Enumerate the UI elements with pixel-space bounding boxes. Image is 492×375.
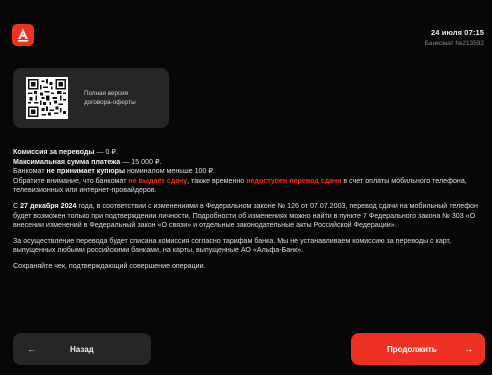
info-text-block: Комиссия за переводы — 0 ₽. Максимальная…	[13, 148, 485, 272]
receipt-notice: Сохраняйте чек, подтверждающий совершени…	[13, 261, 206, 270]
contract-offer-line1: Полная версия	[84, 90, 129, 97]
law-notice: С 27 декабря 2024 года, в соответствии с…	[13, 202, 485, 231]
law-date: 27 декабря 2024	[20, 201, 77, 210]
qr-code-icon	[26, 77, 68, 119]
commission-label: Комиссия за переводы	[13, 148, 95, 156]
law-post: года, в соответствии с изменениями в Фед…	[13, 201, 478, 230]
continue-button-label: Продолжить	[387, 344, 437, 354]
contract-offer-card[interactable]: Полная версия договора-оферты	[13, 68, 169, 128]
coupons-line: Банкомат не принимает купюры номиналом м…	[13, 167, 485, 177]
max-amount-line: Максимальная сумма платежа — 15 000 ₽.	[13, 158, 485, 168]
change-notice: Обратите внимание, что банкомат не выдаё…	[13, 177, 485, 196]
atm-screen: 24 июля 07:15 Банкомат №213592 Полная ве…	[0, 0, 492, 375]
back-button[interactable]: ← Назад	[13, 333, 151, 365]
notice-mid: , также временно	[187, 176, 247, 185]
contract-offer-line2: договора-оферты	[84, 99, 136, 106]
continue-button[interactable]: Продолжить →	[351, 333, 485, 365]
commission-line: Комиссия за переводы — 0 ₽.	[13, 148, 485, 158]
fee-notice: За осуществление перевода будет списана …	[13, 236, 451, 255]
notice-pre: Обратите внимание, что банкомат	[13, 176, 129, 185]
change-transfer-unavailable: недоступен перевод сдачи	[246, 176, 342, 185]
contract-offer-text: Полная версия договора-оферты	[84, 89, 136, 107]
coupons-pre: Банкомат	[13, 167, 47, 176]
max-amount-label: Максимальная сумма платежа	[13, 157, 121, 166]
arrow-right-icon: →	[464, 344, 473, 354]
no-change-warning: не выдаёт сдачу	[128, 176, 188, 185]
atm-number-label: Банкомат №213592	[424, 40, 484, 47]
datetime-label: 24 июля 07:15	[431, 28, 484, 37]
arrow-left-icon: ←	[27, 344, 36, 354]
back-button-label: Назад	[70, 344, 94, 354]
header-meta: 24 июля 07:15 Банкомат №213592	[425, 28, 484, 47]
commission-value: — 0 ₽.	[94, 148, 118, 156]
coupons-bold: не принимает купюры	[46, 167, 125, 176]
coupons-post: номиналом меньше 100 ₽.	[125, 167, 215, 176]
alfa-bank-logo-icon	[12, 24, 34, 46]
max-amount-value: — 15 000 ₽.	[120, 157, 162, 166]
